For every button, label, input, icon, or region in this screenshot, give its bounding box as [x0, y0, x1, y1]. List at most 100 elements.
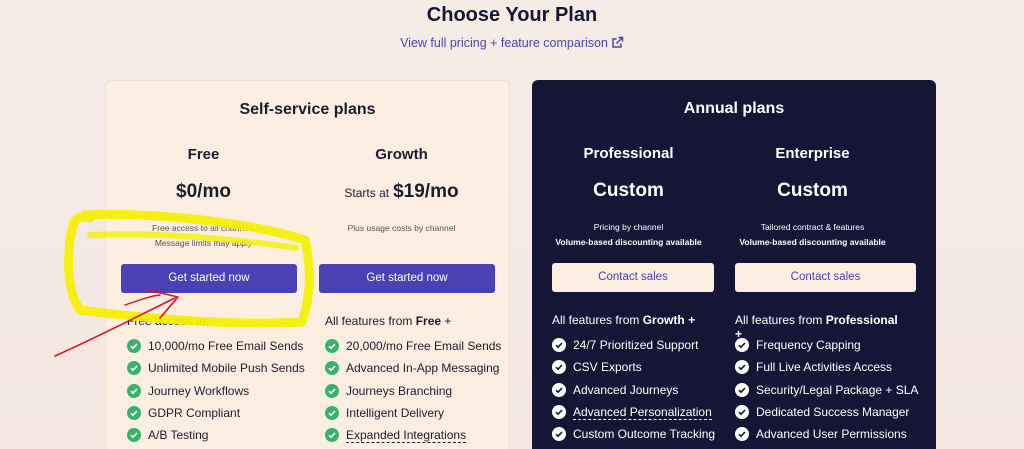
- get-started-free-button[interactable]: Get started now: [121, 264, 297, 293]
- features-heading-plan: Professional: [825, 313, 898, 327]
- plan-growth: Growth Starts at $19/mo Plus usage costs …: [309, 81, 501, 449]
- list-item: Advanced User Permissions: [735, 423, 918, 445]
- feature-label: 24/7 Prioritized Support: [573, 338, 699, 353]
- list-item: CSV Exports: [552, 356, 715, 378]
- feature-label: 20,000/mo Free Email Sends: [346, 339, 502, 354]
- list-item: Journey Workflows: [127, 380, 305, 402]
- check-icon: [127, 383, 141, 398]
- feature-label: Frequency Capping: [756, 338, 861, 353]
- list-item: Journeys Branching: [325, 380, 501, 402]
- feature-label[interactable]: Expanded Integrations: [346, 428, 467, 443]
- features-heading: All features from Growth +: [552, 313, 695, 327]
- plan-desc-line2: Volume-based discounting available: [555, 237, 702, 247]
- check-icon: [552, 360, 566, 375]
- check-icon: [735, 427, 749, 442]
- price-prefix: Starts at: [344, 186, 390, 200]
- plan-price-value: $0/mo: [176, 181, 231, 202]
- feature-label: Dedicated Success Manager: [756, 405, 910, 420]
- check-icon: [735, 360, 749, 375]
- features-heading-text: All features from: [325, 314, 413, 328]
- list-item: 10,000/mo Free Email Sends: [127, 335, 305, 357]
- features-heading-text: All features from: [552, 313, 640, 327]
- list-item[interactable]: Expanded Integrations: [325, 424, 501, 446]
- plan-price-value: $19/mo: [393, 181, 459, 202]
- list-item: 20,000/mo Free Email Sends: [325, 335, 501, 357]
- plan-description: Plus usage costs by channel: [309, 221, 494, 236]
- check-icon: [127, 406, 141, 421]
- plan-name: Enterprise: [775, 145, 850, 162]
- feature-label: GDPR Compliant: [148, 406, 241, 421]
- features-heading: Free access to:: [127, 314, 210, 328]
- plan-description: Pricing by channel Volume-based discount…: [536, 220, 721, 250]
- feature-list: 10,000/mo Free Email Sends Unlimited Mob…: [127, 335, 305, 446]
- check-icon: [325, 383, 339, 398]
- feature-label[interactable]: Advanced Personalization: [573, 405, 712, 420]
- feature-list: 20,000/mo Free Email Sends Advanced In-A…: [325, 335, 501, 446]
- plan-name: Growth: [375, 146, 428, 163]
- check-icon: [325, 339, 339, 354]
- plan-price: Starts at $19/mo: [309, 181, 494, 203]
- feature-label: Intelligent Delivery: [346, 406, 445, 421]
- features-heading-suffix: +: [444, 314, 452, 328]
- plan-desc-line1: Plus usage costs by channel: [347, 223, 456, 233]
- self-service-card: Self-service plans Free $0/mo Free acces…: [105, 80, 510, 449]
- feature-label: Advanced Journeys: [573, 382, 679, 397]
- plan-price: Custom: [720, 180, 905, 202]
- feature-label: Custom Outcome Tracking: [573, 427, 716, 442]
- check-icon: [552, 382, 566, 397]
- check-icon: [127, 339, 141, 354]
- check-icon: [735, 338, 749, 353]
- features-heading-plan: Growth: [642, 313, 685, 327]
- plan-desc-line2: Message limits may apply: [154, 238, 253, 248]
- check-icon: [552, 405, 566, 420]
- feature-label: Advanced In-App Messaging: [346, 361, 500, 376]
- feature-label: 10,000/mo Free Email Sends: [148, 339, 304, 354]
- contact-sales-enterprise-button[interactable]: Contact sales: [735, 263, 916, 292]
- plan-free: Free $0/mo Free access to all channels M…: [111, 81, 305, 449]
- plan-price: Custom: [536, 180, 721, 202]
- plan-name: Professional: [583, 145, 674, 162]
- plan-desc-line1: Tailored contract & features: [760, 222, 865, 232]
- feature-label: Full Live Activities Access: [756, 360, 893, 375]
- list-item: Intelligent Delivery: [325, 402, 501, 424]
- annual-card: Annual plans Professional Custom Pricing…: [532, 80, 936, 449]
- contact-sales-professional-button[interactable]: Contact sales: [552, 263, 714, 292]
- features-heading-plan: Free: [415, 314, 442, 328]
- check-icon: [325, 406, 339, 421]
- list-item: Frequency Capping: [735, 334, 918, 356]
- feature-label: Journey Workflows: [148, 383, 250, 398]
- features-heading-suffix: +: [688, 313, 696, 327]
- feature-list: Frequency Capping Full Live Activities A…: [735, 334, 918, 445]
- get-started-growth-button[interactable]: Get started now: [319, 264, 495, 293]
- list-item: Full Live Activities Access: [735, 356, 918, 378]
- list-item: GDPR Compliant: [127, 402, 305, 424]
- feature-label: A/B Testing: [148, 428, 209, 443]
- list-item: A/B Testing: [127, 424, 305, 446]
- plan-desc-line2: Volume-based discounting available: [739, 237, 886, 247]
- plan-description: Tailored contract & features Volume-base…: [720, 220, 905, 250]
- page-title: Choose Your Plan: [426, 4, 598, 26]
- list-item[interactable]: Advanced Personalization: [552, 401, 715, 423]
- feature-label: CSV Exports: [573, 360, 642, 375]
- check-icon: [325, 428, 339, 443]
- check-icon: [127, 361, 141, 376]
- check-icon: [552, 338, 566, 353]
- check-icon: [735, 405, 749, 420]
- external-link-icon: [611, 36, 624, 52]
- check-icon: [127, 428, 141, 443]
- features-heading: All features from Free +: [325, 314, 451, 328]
- plan-price-value: Custom: [593, 180, 664, 201]
- pricing-comparison-link[interactable]: View full pricing + feature comparison: [0, 36, 1024, 52]
- plan-professional: Professional Custom Pricing by channel V…: [536, 80, 721, 449]
- plan-description: Free access to all channels Message limi…: [111, 221, 296, 251]
- feature-list: 24/7 Prioritized Support CSV Exports Adv…: [552, 334, 715, 445]
- features-heading-text: All features from: [735, 313, 823, 327]
- list-item: Custom Outcome Tracking: [552, 423, 715, 445]
- check-icon: [735, 382, 749, 397]
- feature-label: Journeys Branching: [346, 383, 453, 398]
- plan-price-value: Custom: [777, 180, 848, 201]
- plan-name: Free: [187, 146, 220, 163]
- feature-label: Security/Legal Package + SLA: [756, 382, 919, 397]
- list-item: 24/7 Prioritized Support: [552, 334, 715, 356]
- plan-price: $0/mo: [111, 181, 296, 203]
